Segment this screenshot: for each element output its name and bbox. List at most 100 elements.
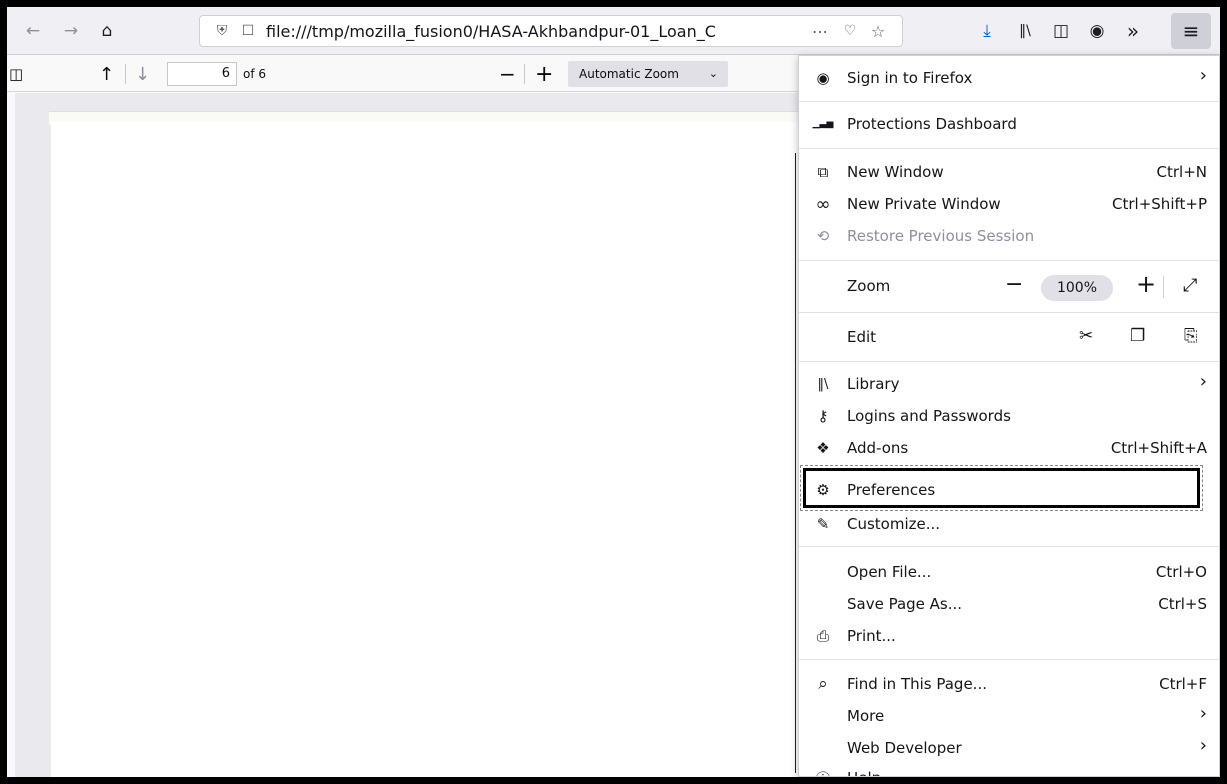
puzzle-icon: ❖ xyxy=(816,439,830,457)
menu-item-label: Edit xyxy=(847,328,877,346)
restore-session-icon: ⟲ xyxy=(816,227,830,245)
menu-item-new-private-window[interactable]: ∞ New Private Window Ctrl+Shift+P xyxy=(799,188,1219,219)
menu-item-addons[interactable]: ❖ Add-ons Ctrl+Shift+A xyxy=(799,432,1219,463)
menu-item-label: More xyxy=(847,707,885,725)
menu-item-label: Help xyxy=(847,769,881,776)
bookmark-star-icon[interactable]: ☆ xyxy=(868,21,888,41)
chevron-down-icon: ⌄ xyxy=(708,67,718,80)
pdf-sidebar-toggle-icon[interactable]: ◫ xyxy=(9,62,23,86)
zoom-reduce-button[interactable]: − xyxy=(1005,272,1023,297)
menu-item-print[interactable]: ⎙ Print... xyxy=(799,620,1219,651)
menu-separator xyxy=(799,148,1219,149)
menu-item-label: Save Page As... xyxy=(847,595,963,613)
menu-item-label: Library xyxy=(847,375,900,393)
menu-separator xyxy=(799,659,1219,660)
zoom-enlarge-button[interactable]: + xyxy=(1136,270,1156,298)
page-count-label: of 6 xyxy=(243,67,267,81)
printer-icon: ⎙ xyxy=(816,627,829,645)
pocket-icon[interactable]: ♡ xyxy=(840,21,860,41)
previous-page-icon[interactable]: ↑ xyxy=(99,62,114,86)
page-number-input[interactable]: 6 xyxy=(167,62,237,86)
zoom-divider xyxy=(524,64,525,84)
zoom-select[interactable]: Automatic Zoom ⌄ xyxy=(568,61,728,87)
zoom-reset-button[interactable]: 100% xyxy=(1041,275,1113,301)
menu-item-label: Open File... xyxy=(847,563,932,581)
help-icon: ⓘ xyxy=(813,768,833,777)
private-mask-icon: ∞ xyxy=(815,193,831,215)
menu-item-new-window[interactable]: ⧉ New Window Ctrl+N xyxy=(799,156,1219,187)
chevron-right-icon: › xyxy=(1199,703,1207,724)
menu-item-edit: Edit xyxy=(799,321,1219,352)
menu-icon[interactable]: ≡ xyxy=(1171,13,1211,49)
next-page-icon[interactable]: ↓ xyxy=(135,62,150,86)
menu-separator xyxy=(799,361,1219,362)
menu-item-find[interactable]: ⌕ Find in This Page... Ctrl+F xyxy=(799,668,1219,699)
library-icon: ‖\ xyxy=(817,376,829,392)
protections-dashboard-icon: ▁▃▅ xyxy=(812,119,834,129)
url-fade xyxy=(720,18,780,44)
menu-item-web-developer[interactable]: Web Developer › xyxy=(799,732,1219,763)
forward-icon[interactable]: → xyxy=(57,17,85,45)
menu-item-label: New Window xyxy=(847,163,944,181)
page-nav-divider xyxy=(125,64,126,84)
library-icon[interactable]: ‖\ xyxy=(1011,17,1039,45)
menu-item-protections[interactable]: ▁▃▅ Protections Dashboard xyxy=(799,108,1219,139)
menu-item-label: Protections Dashboard xyxy=(847,115,1017,133)
zoom-out-icon[interactable]: − xyxy=(499,62,516,86)
zoom-divider xyxy=(1163,276,1164,298)
home-icon[interactable]: ⌂ xyxy=(93,17,121,45)
url-bar[interactable]: ⛨ ☐ file:///tmp/mozilla_fusion0/HASA-Akh… xyxy=(199,15,903,47)
fullscreen-icon[interactable]: ⤢ xyxy=(1183,275,1197,296)
menu-item-label: Print... xyxy=(847,627,896,645)
chevron-right-icon: › xyxy=(1199,735,1207,756)
page-actions-icon[interactable]: ⋯ xyxy=(810,21,830,41)
menu-item-save-page[interactable]: Save Page As... Ctrl+S xyxy=(799,588,1219,619)
chevron-right-icon: › xyxy=(1199,65,1207,86)
menu-separator xyxy=(799,312,1219,313)
menu-item-shortcut: Ctrl+N xyxy=(1156,163,1207,181)
overflow-icon[interactable]: » xyxy=(1119,17,1147,45)
download-icon[interactable]: ⤓ xyxy=(973,17,1001,45)
cut-icon[interactable]: ✂ xyxy=(1079,326,1093,346)
menu-item-label: Add-ons xyxy=(847,439,909,457)
menu-item-label: Find in This Page... xyxy=(847,675,987,693)
menu-separator xyxy=(799,101,1219,102)
paste-icon[interactable]: ⎘ xyxy=(1184,326,1198,346)
menu-item-library[interactable]: ‖\ Library › xyxy=(799,368,1219,399)
browser-window: ← → ⌂ ⛨ ☐ file:///tmp/mozilla_fusion0/HA… xyxy=(7,7,1220,777)
brush-icon: ✎ xyxy=(816,515,830,533)
zoom-in-icon[interactable]: + xyxy=(535,62,553,87)
search-icon: ⌕ xyxy=(818,674,828,694)
menu-item-label: Web Developer xyxy=(847,739,962,757)
navigation-toolbar: ← → ⌂ ⛨ ☐ file:///tmp/mozilla_fusion0/HA… xyxy=(7,7,1220,55)
chevron-right-icon: › xyxy=(1199,371,1207,392)
menu-item-sign-in[interactable]: ◉ Sign in to Firefox › xyxy=(799,62,1219,93)
menu-item-restore-session[interactable]: ⟲ Restore Previous Session xyxy=(799,220,1219,251)
zoom-select-label: Automatic Zoom xyxy=(579,67,679,81)
app-menu: ◉ Sign in to Firefox › ▁▃▅ Protections D… xyxy=(798,55,1220,777)
menu-item-shortcut: Ctrl+O xyxy=(1155,563,1207,581)
menu-item-customize[interactable]: ✎ Customize... xyxy=(799,508,1219,539)
back-icon[interactable]: ← xyxy=(19,17,47,45)
url-text[interactable]: file:///tmp/mozilla_fusion0/HASA-Akhband… xyxy=(266,22,776,41)
menu-item-label: Sign in to Firefox xyxy=(847,69,973,87)
account-icon: ◉ xyxy=(816,69,830,87)
menu-item-label: Logins and Passwords xyxy=(847,407,1011,425)
menu-item-shortcut: Ctrl+F xyxy=(1159,675,1207,693)
menu-separator xyxy=(799,260,1219,261)
page-icon[interactable]: ☐ xyxy=(238,21,258,41)
menu-item-more[interactable]: More › xyxy=(799,700,1219,731)
sidebar-icon[interactable]: ◫ xyxy=(1047,17,1075,45)
menu-item-logins[interactable]: ⚷ Logins and Passwords xyxy=(799,400,1219,431)
menu-item-label: Restore Previous Session xyxy=(847,227,1035,245)
shield-icon[interactable]: ⛨ xyxy=(212,21,232,41)
key-icon: ⚷ xyxy=(817,407,829,425)
menu-separator xyxy=(799,546,1219,547)
focus-ring xyxy=(800,465,1203,511)
menu-item-label: Zoom xyxy=(847,277,891,295)
copy-icon[interactable]: ❐ xyxy=(1130,326,1145,346)
menu-item-shortcut: Ctrl+Shift+P xyxy=(1112,195,1207,213)
account-icon[interactable]: ◉ xyxy=(1083,17,1111,45)
menu-item-open-file[interactable]: Open File... Ctrl+O xyxy=(799,556,1219,587)
menu-item-help[interactable]: ⓘ Help xyxy=(799,762,1219,777)
